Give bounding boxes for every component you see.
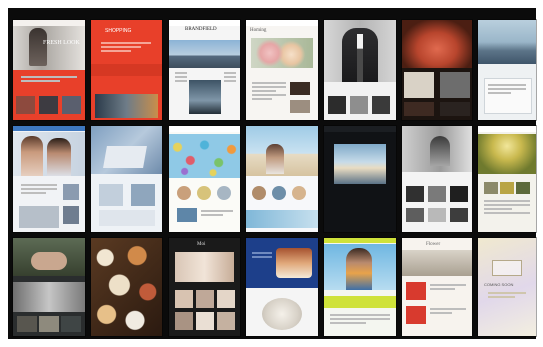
screenshot-stage: FRESH LOOK SHOPPING BRANDFIELD Homing Mo…	[0, 0, 543, 347]
tile-title: FRESH LOOK	[43, 40, 80, 46]
template-tile-hands-dark[interactable]	[13, 238, 85, 336]
template-gallery-wall: FRESH LOOK SHOPPING BRANDFIELD Homing Mo…	[8, 8, 536, 339]
template-tile-laptop-blue[interactable]	[91, 126, 162, 232]
template-tile-golden-forest[interactable]	[478, 126, 536, 232]
template-tile-red-brand[interactable]: SHOPPING	[91, 20, 162, 120]
template-tile-food-dark[interactable]	[402, 20, 472, 120]
tile-title: BRANDFIELD	[185, 27, 217, 32]
template-tile-red-fashion[interactable]: FRESH LOOK	[13, 20, 85, 120]
tile-title: COMING SOON	[484, 282, 514, 287]
template-tile-women-portrait[interactable]	[13, 126, 85, 232]
template-tile-food-table[interactable]	[91, 238, 162, 336]
template-tile-nails[interactable]: Moi	[169, 238, 240, 336]
template-tile-man-lime[interactable]	[324, 238, 396, 336]
template-tile-red-wedding[interactable]: Flower	[402, 238, 472, 336]
tile-title: Flower	[426, 242, 441, 247]
template-tile-grayscale-bw[interactable]	[402, 126, 472, 232]
tile-title: SHOPPING	[105, 28, 132, 34]
template-tile-seascape[interactable]	[478, 20, 536, 120]
template-tile-city-skyline[interactable]: BRANDFIELD	[169, 20, 240, 120]
template-tile-suit[interactable]	[324, 20, 396, 120]
tile-title: Moi	[197, 242, 206, 247]
template-tile-cake-blue[interactable]	[246, 238, 318, 336]
template-tile-confetti[interactable]	[169, 126, 240, 232]
template-tile-dark-sky[interactable]	[324, 126, 396, 232]
template-tile-beach-cafe[interactable]	[246, 126, 318, 232]
template-tile-pastel-coming-soon[interactable]: COMING SOON	[478, 238, 536, 336]
template-tile-flowers[interactable]: Homing	[246, 20, 318, 120]
tile-title: Homing	[250, 28, 267, 33]
